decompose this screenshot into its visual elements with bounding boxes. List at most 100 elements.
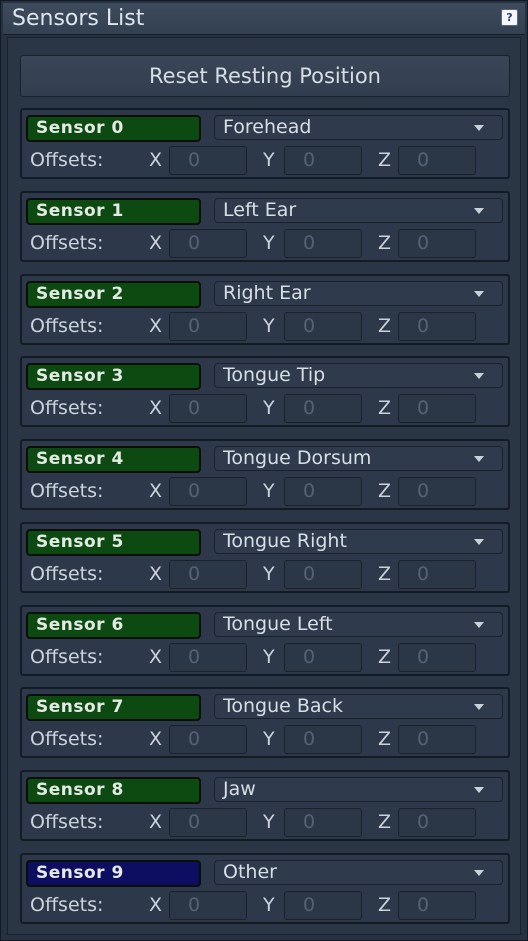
x-offset-input[interactable]: 0	[169, 808, 247, 837]
z-offset-input[interactable]: 0	[398, 312, 476, 341]
offsets-label: Offsets:	[30, 149, 104, 171]
y-offset-input[interactable]: 0	[284, 560, 362, 589]
y-offset-input[interactable]: 0	[284, 643, 362, 672]
offsets-label: Offsets:	[30, 811, 104, 833]
sensor-name-badge[interactable]: Sensor 1	[26, 198, 201, 225]
sensor-location-dropdown[interactable]: Right Ear	[214, 281, 503, 306]
chevron-down-icon	[474, 125, 484, 131]
sensor-location-dropdown[interactable]: Jaw	[214, 777, 503, 802]
y-offset-input[interactable]: 0	[284, 312, 362, 341]
y-axis-label: Y	[263, 894, 275, 916]
y-axis-label: Y	[263, 563, 275, 585]
x-axis-label: X	[149, 563, 163, 585]
y-offset-input[interactable]: 0	[284, 229, 362, 258]
z-offset-input[interactable]: 0	[398, 229, 476, 258]
sensor-location-dropdown[interactable]: Tongue Left	[214, 612, 503, 637]
sensor-name-badge[interactable]: Sensor 3	[26, 363, 201, 390]
y-axis-label: Y	[263, 232, 275, 254]
z-offset-input[interactable]: 0	[398, 146, 476, 175]
chevron-down-icon	[474, 291, 484, 297]
y-axis-label: Y	[263, 480, 275, 502]
chevron-down-icon	[474, 704, 484, 710]
sensor-location-value: Forehead	[223, 116, 312, 138]
z-axis-label: Z	[378, 563, 392, 585]
z-axis-label: Z	[378, 894, 392, 916]
y-offset-input[interactable]: 0	[284, 394, 362, 423]
x-offset-input[interactable]: 0	[169, 312, 247, 341]
z-offset-input[interactable]: 0	[398, 560, 476, 589]
offsets-label: Offsets:	[30, 480, 104, 502]
y-axis-label: Y	[263, 315, 275, 337]
z-offset-input[interactable]: 0	[398, 808, 476, 837]
z-axis-label: Z	[378, 397, 392, 419]
sensor-name-badge[interactable]: Sensor 2	[26, 281, 201, 308]
help-icon[interactable]: ?	[501, 9, 518, 26]
y-offset-input[interactable]: 0	[284, 808, 362, 837]
z-axis-label: Z	[378, 480, 392, 502]
z-offset-input[interactable]: 0	[398, 643, 476, 672]
y-offset-input[interactable]: 0	[284, 725, 362, 754]
reset-resting-position-button[interactable]: Reset Resting Position	[20, 55, 510, 97]
sensor-location-dropdown[interactable]: Tongue Dorsum	[214, 446, 503, 471]
sensor-row: Sensor 9 Other Offsets: X 0 Y 0 Z 0	[20, 853, 510, 924]
sensor-location-dropdown[interactable]: Tongue Right	[214, 529, 503, 554]
z-offset-input[interactable]: 0	[398, 394, 476, 423]
sensor-location-dropdown[interactable]: Forehead	[214, 115, 503, 140]
chevron-down-icon	[474, 787, 484, 793]
sensor-location-value: Tongue Tip	[223, 364, 326, 386]
z-offset-input[interactable]: 0	[398, 725, 476, 754]
sensor-location-value: Tongue Right	[223, 530, 347, 552]
x-offset-input[interactable]: 0	[169, 394, 247, 423]
chevron-down-icon	[474, 622, 484, 628]
sensor-location-dropdown[interactable]: Other	[214, 860, 503, 885]
sensor-name-badge[interactable]: Sensor 7	[26, 694, 201, 721]
window-title: Sensors List	[12, 6, 145, 31]
chevron-down-icon	[474, 870, 484, 876]
x-axis-label: X	[149, 811, 163, 833]
z-axis-label: Z	[378, 811, 392, 833]
x-offset-input[interactable]: 0	[169, 146, 247, 175]
z-axis-label: Z	[378, 232, 392, 254]
sensor-row: Sensor 0 Forehead Offsets: X 0 Y 0 Z 0	[20, 108, 510, 179]
sensor-row: Sensor 5 Tongue Right Offsets: X 0 Y 0 Z…	[20, 522, 510, 593]
x-offset-input[interactable]: 0	[169, 891, 247, 920]
y-axis-label: Y	[263, 728, 275, 750]
sensor-name-badge[interactable]: Sensor 4	[26, 446, 201, 473]
y-offset-input[interactable]: 0	[284, 477, 362, 506]
x-offset-input[interactable]: 0	[169, 560, 247, 589]
sensor-location-dropdown[interactable]: Tongue Back	[214, 694, 503, 719]
sensor-location-value: Right Ear	[223, 282, 311, 304]
sensor-name-badge[interactable]: Sensor 9	[26, 860, 201, 887]
y-offset-input[interactable]: 0	[284, 146, 362, 175]
sensor-name-badge[interactable]: Sensor 0	[26, 115, 201, 142]
x-axis-label: X	[149, 480, 163, 502]
x-offset-input[interactable]: 0	[169, 643, 247, 672]
chevron-down-icon	[474, 539, 484, 545]
x-offset-input[interactable]: 0	[169, 229, 247, 258]
sensor-name-badge[interactable]: Sensor 5	[26, 529, 201, 556]
x-offset-input[interactable]: 0	[169, 725, 247, 754]
x-offset-input[interactable]: 0	[169, 477, 247, 506]
sensor-row: Sensor 8 Jaw Offsets: X 0 Y 0 Z 0	[20, 770, 510, 841]
x-axis-label: X	[149, 728, 163, 750]
chevron-down-icon	[474, 456, 484, 462]
z-axis-label: Z	[378, 646, 392, 668]
y-axis-label: Y	[263, 149, 275, 171]
sensor-row: Sensor 7 Tongue Back Offsets: X 0 Y 0 Z …	[20, 687, 510, 758]
z-offset-input[interactable]: 0	[398, 477, 476, 506]
x-axis-label: X	[149, 894, 163, 916]
x-axis-label: X	[149, 646, 163, 668]
sensor-location-dropdown[interactable]: Tongue Tip	[214, 363, 503, 388]
sensor-name-badge[interactable]: Sensor 8	[26, 777, 201, 804]
sensor-location-dropdown[interactable]: Left Ear	[214, 198, 503, 223]
x-axis-label: X	[149, 397, 163, 419]
z-offset-input[interactable]: 0	[398, 891, 476, 920]
x-axis-label: X	[149, 232, 163, 254]
offsets-label: Offsets:	[30, 232, 104, 254]
y-axis-label: Y	[263, 646, 275, 668]
z-axis-label: Z	[378, 315, 392, 337]
sensors-list-window: Sensors List ? Reset Resting Position Se…	[0, 0, 528, 941]
y-offset-input[interactable]: 0	[284, 891, 362, 920]
sensor-name-badge[interactable]: Sensor 6	[26, 612, 201, 639]
sensor-row: Sensor 3 Tongue Tip Offsets: X 0 Y 0 Z 0	[20, 356, 510, 427]
